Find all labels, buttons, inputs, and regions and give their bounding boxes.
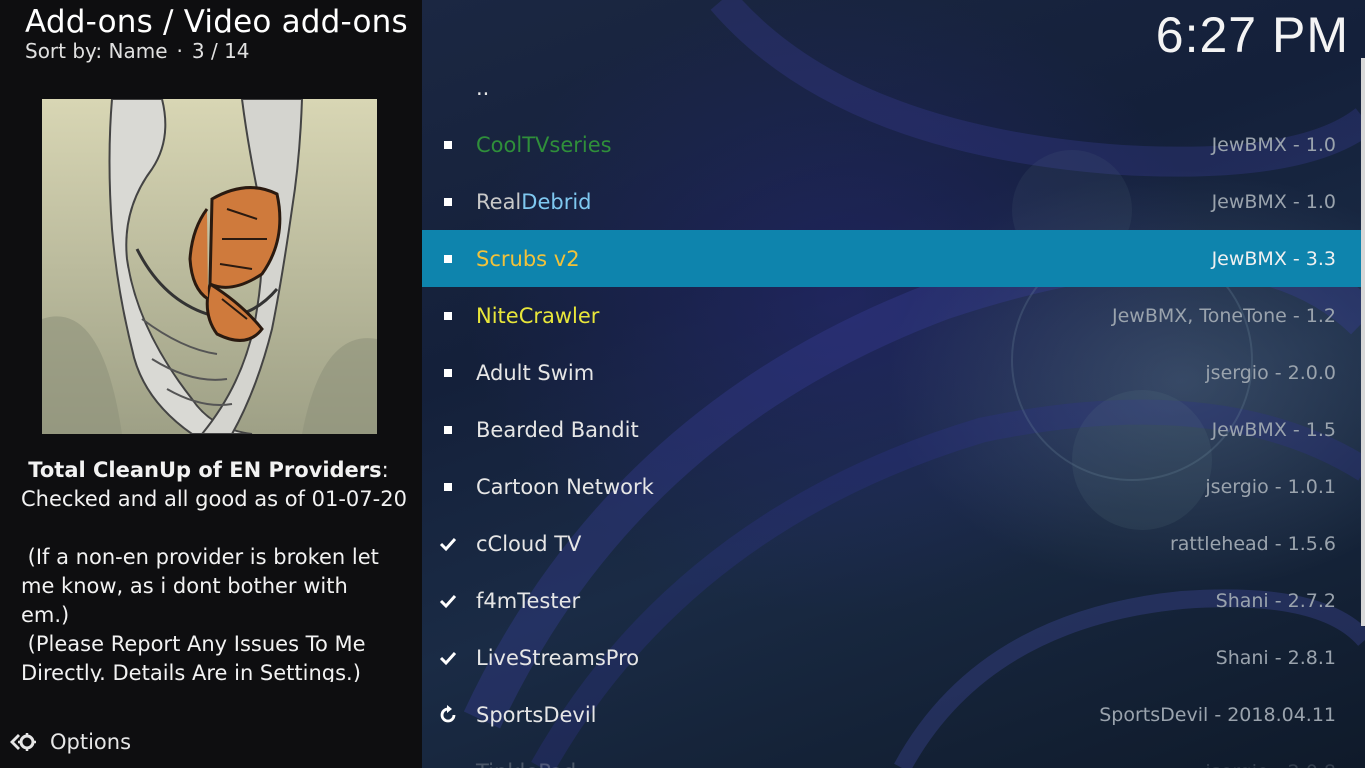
bullet-square-icon — [438, 420, 458, 440]
update-refresh-icon — [438, 704, 458, 725]
addon-description: Total CleanUp of EN Providers: Checked a… — [21, 456, 406, 682]
list-item-label: CoolTVseries — [476, 133, 612, 157]
sort-status: Sort by: Name · 3 / 14 — [25, 39, 250, 63]
addon-info-panel: Add-ons / Video add-ons Sort by: Name · 3 … — [0, 0, 422, 768]
kodi-screen: Add-ons / Video add-ons Sort by: Name · 3 … — [0, 0, 1365, 768]
list-item-author-version: JewBMX, ToneTone - 1.2 — [1112, 304, 1336, 327]
label-segment: f4mTester — [476, 588, 581, 613]
description-line — [21, 514, 406, 543]
bullet-square-icon — [438, 306, 458, 326]
label-segment: cCloud TV — [476, 531, 582, 556]
list-item-label: Cartoon Network — [476, 475, 654, 499]
list-item-label: NiteCrawler — [476, 304, 599, 328]
list-item-label: Bearded Bandit — [476, 418, 639, 442]
label-segment: Scrubs v2 — [476, 246, 580, 271]
list-scrollbar[interactable] — [1361, 58, 1365, 626]
list-item[interactable]: NiteCrawler JewBMX, ToneTone - 1.2 — [422, 287, 1365, 344]
list-item-author-version: Shani - 2.8.1 — [1215, 646, 1336, 669]
list-item-label: LiveStreamsPro — [476, 646, 639, 670]
description-line: Directly. Details Are in Settings.) — [21, 661, 361, 682]
label-segment: Cartoon Network — [476, 474, 654, 499]
description-line: Checked and all good as of 01-07-2019. — [21, 487, 406, 511]
list-item[interactable]: TinklePad jsergio - 2.0.8 — [422, 743, 1365, 768]
description-line: Total CleanUp of EN Providers: — [21, 458, 389, 482]
parent-folder-label: .. — [476, 76, 490, 100]
addon-thumbnail — [42, 99, 377, 434]
description-line: (Please Report Any Issues To Me — [21, 632, 366, 656]
list-item-author-version: jsergio - 2.0.8 — [1205, 761, 1336, 768]
list-item-label: cCloud TV — [476, 532, 581, 556]
bullet-square-icon — [438, 363, 458, 383]
list-item-author-version: jsergio - 2.0.0 — [1205, 361, 1336, 384]
list-item-label: f4mTester — [476, 589, 580, 613]
list-item-author-version: JewBMX - 1.0 — [1211, 190, 1336, 213]
sort-label[interactable]: Sort by: Name — [25, 39, 168, 63]
parent-folder-item[interactable]: .. — [422, 60, 1365, 116]
hands-butterfly-artwork — [42, 99, 377, 434]
addon-list: .. CoolTVseries JewBMX - 1.0 RealDebrid Jew… — [422, 60, 1365, 768]
list-item-author-version: JewBMX - 1.5 — [1211, 418, 1336, 441]
list-item-label: RealDebrid — [476, 190, 592, 214]
list-item[interactable]: CoolTVseries JewBMX - 1.0 — [422, 116, 1365, 173]
list-item-author-version: rattlehead - 1.5.6 — [1169, 532, 1336, 555]
clock: 6:27 PM — [1155, 7, 1349, 63]
label-segment: Debrid — [521, 189, 592, 214]
bullet-square-icon — [438, 762, 458, 768]
checkmark-icon — [438, 591, 458, 611]
list-item-selected[interactable]: Scrubs v2 JewBMX - 3.3 — [422, 230, 1365, 287]
bullet-square-icon — [438, 249, 458, 269]
list-item[interactable]: Cartoon Network jsergio - 1.0.1 — [422, 458, 1365, 515]
label-segment: CoolTVseries — [476, 132, 612, 157]
list-item[interactable]: f4mTester Shani - 2.7.2 — [422, 572, 1365, 629]
label-segment: NiteCrawler — [476, 303, 600, 328]
description-line: em.) — [21, 603, 70, 627]
label-segment: LiveStreamsPro — [476, 645, 640, 670]
list-item-label: Scrubs v2 — [476, 247, 580, 271]
list-item-author-version: SportsDevil - 2018.04.11 — [1099, 703, 1336, 726]
page-title: Add-ons / Video add-ons — [25, 4, 408, 40]
list-item-author-version: Shani - 2.7.2 — [1215, 589, 1336, 612]
list-item[interactable]: Bearded Bandit JewBMX - 1.5 — [422, 401, 1365, 458]
label-segment: Real — [476, 189, 522, 214]
separator: · — [176, 39, 183, 63]
options-button[interactable]: Options — [8, 727, 131, 757]
description-line: me know, as i dont bother with — [21, 574, 348, 598]
options-label: Options — [50, 730, 132, 754]
label-segment: Bearded Bandit — [476, 417, 639, 442]
description-line: (If a non-en provider is broken let — [21, 545, 379, 569]
checkmark-icon — [438, 648, 458, 668]
list-item-author-version: JewBMX - 1.0 — [1211, 133, 1336, 156]
label-segment: SportsDevil — [476, 702, 597, 727]
addon-list-panel: 6:27 PM .. CoolTVseries JewBMX - 1.0 RealD… — [422, 0, 1365, 768]
label-segment: TinklePad — [476, 760, 576, 768]
list-item-label: TinklePad — [476, 760, 576, 768]
item-position: 3 / 14 — [191, 39, 250, 63]
label-segment: Adult Swim — [476, 360, 595, 385]
list-item[interactable]: RealDebrid JewBMX - 1.0 — [422, 173, 1365, 230]
list-item[interactable]: Adult Swim jsergio - 2.0.0 — [422, 344, 1365, 401]
list-item[interactable]: SportsDevil SportsDevil - 2018.04.11 — [422, 686, 1365, 743]
options-gear-icon — [10, 733, 36, 751]
list-item-author-version: JewBMX - 3.3 — [1211, 247, 1336, 270]
list-item[interactable]: LiveStreamsPro Shani - 2.8.1 — [422, 629, 1365, 686]
bullet-square-icon — [438, 192, 458, 212]
list-item-label: SportsDevil — [476, 703, 597, 727]
bullet-square-icon — [438, 477, 458, 497]
bullet-square-icon — [438, 135, 458, 155]
checkmark-icon — [438, 534, 458, 554]
list-item-label: Adult Swim — [476, 361, 594, 385]
list-item[interactable]: cCloud TV rattlehead - 1.5.6 — [422, 515, 1365, 572]
list-item-author-version: jsergio - 1.0.1 — [1205, 475, 1336, 498]
